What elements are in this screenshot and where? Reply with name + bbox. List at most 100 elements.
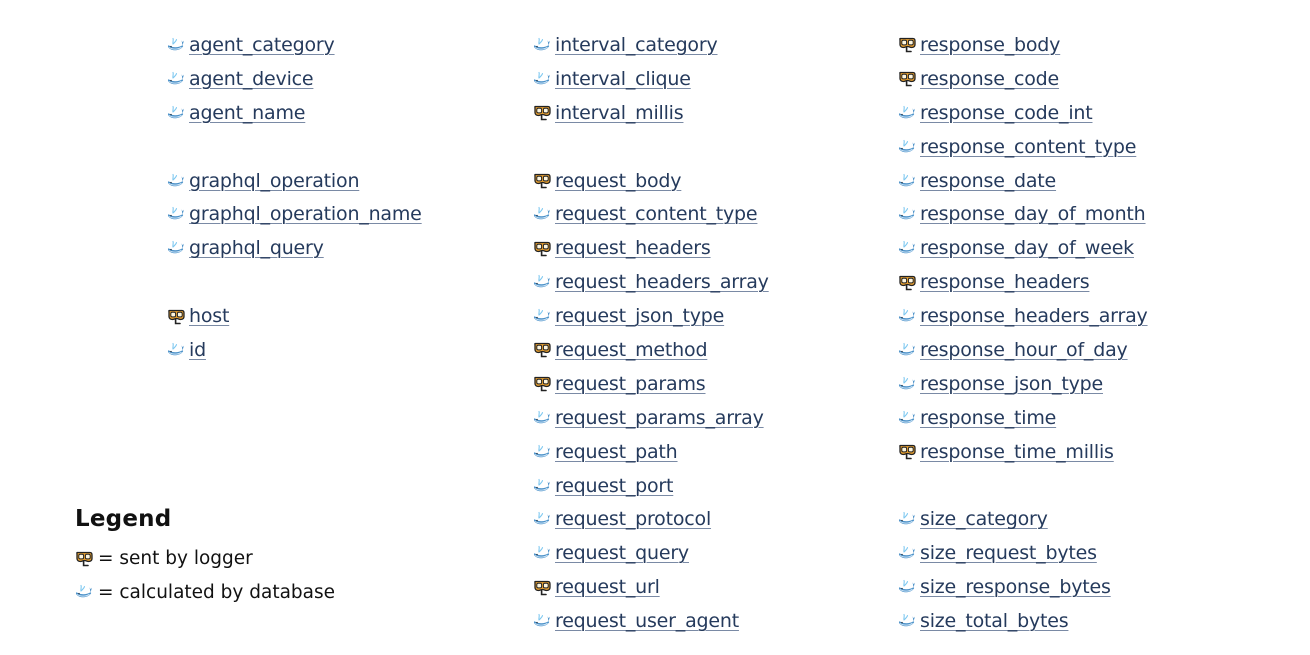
- whale-icon: [898, 173, 920, 189]
- whale-icon: [533, 308, 555, 324]
- whale-icon: [533, 545, 555, 561]
- field-item-agent-device: agent_device: [167, 62, 422, 96]
- field-link-response-date[interactable]: response_date: [920, 170, 1056, 192]
- diving-mask-icon: [533, 172, 555, 189]
- field-item-size-category: size_category: [898, 502, 1148, 536]
- field-link-graphql-operation-name[interactable]: graphql_operation_name: [189, 203, 422, 225]
- field-link-request-params[interactable]: request_params: [555, 373, 706, 395]
- diving-mask-icon: [898, 443, 920, 460]
- field-item-request-query: request_query: [533, 536, 769, 570]
- field-link-size-total-bytes[interactable]: size_total_bytes: [920, 610, 1069, 632]
- field-link-request-url[interactable]: request_url: [555, 576, 660, 598]
- legend-title: Legend: [75, 506, 172, 532]
- field-item-response-hour-of-day: response_hour_of_day: [898, 333, 1148, 367]
- field-link-response-code-int[interactable]: response_code_int: [920, 102, 1093, 124]
- whale-icon: [898, 410, 920, 426]
- legend-entry-database: = calculated by database: [75, 576, 335, 610]
- field-column-1: agent_category agent_device agent_namegrap…: [167, 28, 422, 367]
- field-item-response-date: response_date: [898, 164, 1148, 198]
- field-link-agent-category[interactable]: agent_category: [189, 34, 335, 56]
- field-link-response-hour-of-day[interactable]: response_hour_of_day: [920, 339, 1128, 361]
- field-item-request-path: request_path: [533, 435, 769, 469]
- whale-icon: [898, 545, 920, 561]
- field-link-request-method[interactable]: request_method: [555, 339, 708, 361]
- field-item-interval-category: interval_category: [533, 28, 769, 62]
- whale-icon: [167, 173, 189, 189]
- field-link-graphql-operation[interactable]: graphql_operation: [189, 170, 359, 192]
- field-item-request-port: request_port: [533, 469, 769, 503]
- field-link-response-day-of-month[interactable]: response_day_of_month: [920, 203, 1146, 225]
- field-link-response-code[interactable]: response_code: [920, 68, 1059, 90]
- field-link-size-response-bytes[interactable]: size_response_bytes: [920, 576, 1111, 598]
- field-link-request-protocol[interactable]: request_protocol: [555, 508, 711, 530]
- field-link-size-request-bytes[interactable]: size_request_bytes: [920, 542, 1097, 564]
- field-item-host: host: [167, 299, 422, 333]
- field-item-size-response-bytes: size_response_bytes: [898, 570, 1148, 604]
- field-link-request-headers[interactable]: request_headers: [555, 237, 711, 259]
- whale-icon: [533, 274, 555, 290]
- field-link-id[interactable]: id: [189, 339, 206, 361]
- whale-icon: [898, 613, 920, 629]
- field-item-interval-millis: interval_millis: [533, 96, 769, 130]
- whale-icon: [898, 342, 920, 358]
- field-link-request-query[interactable]: request_query: [555, 542, 689, 564]
- field-link-response-time[interactable]: response_time: [920, 407, 1056, 429]
- field-link-interval-millis[interactable]: interval_millis: [555, 102, 684, 124]
- diving-mask-icon: [167, 308, 189, 325]
- legend-entry-text: = sent by logger: [98, 548, 253, 570]
- whale-icon: [898, 240, 920, 256]
- field-link-interval-category[interactable]: interval_category: [555, 34, 718, 56]
- field-item-request-user-agent: request_user_agent: [533, 604, 769, 638]
- field-item-size-total-bytes: size_total_bytes: [898, 604, 1148, 638]
- whale-icon: [167, 342, 189, 358]
- field-link-request-user-agent[interactable]: request_user_agent: [555, 610, 739, 632]
- legend: Legend = sent by logger = calculated by …: [75, 506, 335, 609]
- field-item-request-headers-array: request_headers_array: [533, 265, 769, 299]
- field-link-graphql-query[interactable]: graphql_query: [189, 237, 324, 259]
- field-item-request-body: request_body: [533, 164, 769, 198]
- field-link-request-headers-array[interactable]: request_headers_array: [555, 271, 769, 293]
- whale-icon: [167, 206, 189, 222]
- field-link-interval-clique[interactable]: interval_clique: [555, 68, 691, 90]
- field-link-response-headers[interactable]: response_headers: [920, 271, 1090, 293]
- field-link-size-category[interactable]: size_category: [920, 508, 1048, 530]
- field-link-response-headers-array[interactable]: response_headers_array: [920, 305, 1148, 327]
- whale-icon: [533, 71, 555, 87]
- field-link-response-json-type[interactable]: response_json_type: [920, 373, 1103, 395]
- diving-mask-icon: [533, 579, 555, 596]
- field-item-response-time-millis: response_time_millis: [898, 435, 1148, 469]
- whale-icon: [533, 511, 555, 527]
- whale-icon: [898, 206, 920, 222]
- diving-mask-icon: [898, 274, 920, 291]
- field-item-response-code: response_code: [898, 62, 1148, 96]
- field-link-request-content-type[interactable]: request_content_type: [555, 203, 758, 225]
- field-link-agent-device[interactable]: agent_device: [189, 68, 314, 90]
- field-item-request-params: request_params: [533, 367, 769, 401]
- field-link-response-body[interactable]: response_body: [920, 34, 1060, 56]
- field-item-request-json-type: request_json_type: [533, 299, 769, 333]
- field-item-agent-name: agent_name: [167, 96, 422, 130]
- field-link-request-path[interactable]: request_path: [555, 441, 678, 463]
- field-item-graphql-operation: graphql_operation: [167, 164, 422, 198]
- field-item-request-protocol: request_protocol: [533, 502, 769, 536]
- field-link-host[interactable]: host: [189, 305, 229, 327]
- field-item-response-content-type: response_content_type: [898, 130, 1148, 164]
- whale-icon: [167, 240, 189, 256]
- field-link-request-json-type[interactable]: request_json_type: [555, 305, 724, 327]
- field-item-response-headers-array: response_headers_array: [898, 299, 1148, 333]
- field-link-response-content-type[interactable]: response_content_type: [920, 136, 1136, 158]
- legend-entry-text: = calculated by database: [98, 581, 336, 603]
- field-link-response-day-of-week[interactable]: response_day_of_week: [920, 237, 1134, 259]
- field-link-request-body[interactable]: request_body: [555, 170, 682, 192]
- field-link-request-port[interactable]: request_port: [555, 475, 673, 497]
- field-item-id: id: [167, 333, 422, 367]
- field-link-request-params-array[interactable]: request_params_array: [555, 407, 764, 429]
- field-item-request-url: request_url: [533, 570, 769, 604]
- diving-mask-icon: [898, 70, 920, 87]
- whale-icon: [533, 37, 555, 53]
- field-link-agent-name[interactable]: agent_name: [189, 102, 305, 124]
- field-item-response-time: response_time: [898, 401, 1148, 435]
- field-link-response-time-millis[interactable]: response_time_millis: [920, 441, 1114, 463]
